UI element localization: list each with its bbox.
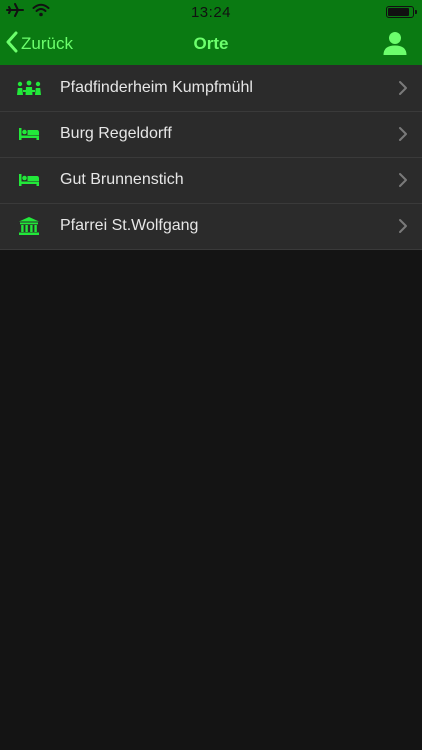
status-bar: 13:24 xyxy=(0,0,422,24)
building-icon xyxy=(16,215,42,237)
user-icon xyxy=(382,32,408,60)
chevron-right-icon xyxy=(398,172,408,188)
list-item-label: Burg Regeldorff xyxy=(60,125,172,142)
battery-level xyxy=(388,8,409,16)
list-item[interactable]: Gut Brunnenstich xyxy=(0,157,422,203)
chevron-right-icon xyxy=(398,126,408,142)
battery-icon xyxy=(386,6,417,18)
list-item[interactable]: Burg Regeldorff xyxy=(0,111,422,157)
list-divider xyxy=(0,249,422,250)
bed-icon xyxy=(16,123,42,145)
bed-icon xyxy=(16,169,42,191)
list-item-label: Pfarrei St.Wolfgang xyxy=(60,217,199,234)
top-bar: 13:24 Zurück Orte xyxy=(0,0,422,65)
page-title: Orte xyxy=(193,34,229,53)
chevron-right-icon xyxy=(398,218,408,234)
chevron-right-icon xyxy=(398,80,408,96)
navigation-bar: Zurück Orte xyxy=(0,24,422,65)
list-item[interactable]: Pfadfinderheim Kumpfmühl xyxy=(0,65,422,111)
status-time: 13:24 xyxy=(190,4,232,21)
group-icon xyxy=(16,77,42,99)
list-item[interactable]: Pfarrei St.Wolfgang xyxy=(0,203,422,249)
list-item-label: Pfadfinderheim Kumpfmühl xyxy=(60,79,253,96)
places-list: Pfadfinderheim Kumpfmühl Burg Regeldorff xyxy=(0,65,422,250)
list-item-label: Gut Brunnenstich xyxy=(60,171,184,188)
profile-button[interactable] xyxy=(382,30,408,56)
